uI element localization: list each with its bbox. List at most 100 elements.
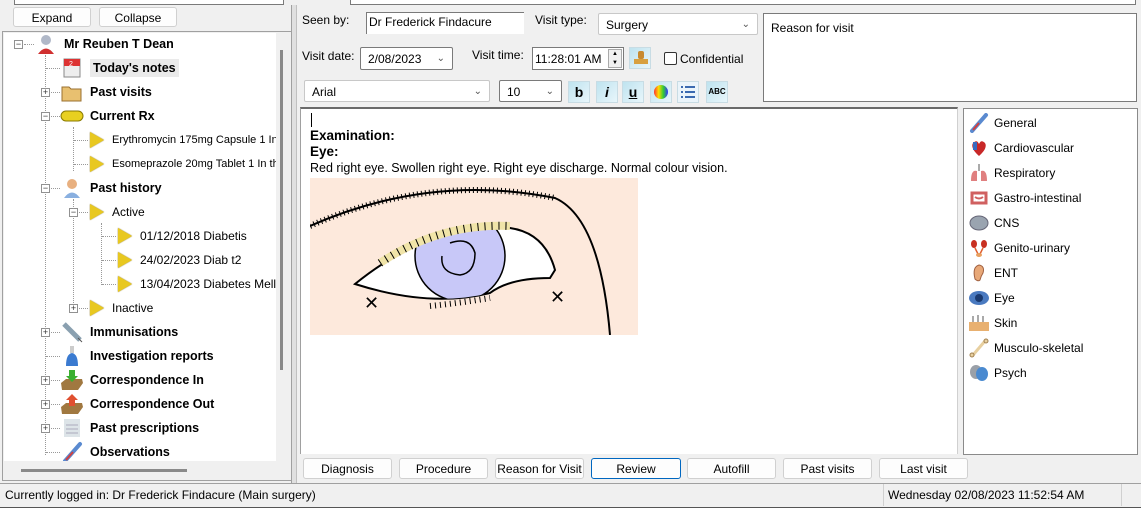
status-logged-in: Currently logged in: Dr Frederick Findac… xyxy=(5,488,316,502)
tree-item-correspondence-out[interactable]: Correspondence Out xyxy=(60,393,214,415)
visit-type-label: Visit type: xyxy=(535,13,587,27)
expand-toggle[interactable]: + xyxy=(41,424,50,433)
last-visit-button[interactable]: Last visit xyxy=(879,458,968,479)
folder-icon xyxy=(60,81,84,103)
autofill-button[interactable]: Autofill xyxy=(687,458,776,479)
triangle-icon xyxy=(90,300,104,316)
stamp-button[interactable] xyxy=(629,47,651,69)
system-label: General xyxy=(994,116,1037,130)
tree-item-rx[interactable]: Esomeprazole 20mg Tablet 1 In th xyxy=(90,153,276,175)
bone-icon xyxy=(968,337,990,359)
collapse-toggle[interactable]: − xyxy=(41,184,50,193)
system-item-cardiovascular[interactable]: Cardiovascular xyxy=(968,136,1074,160)
system-item-psych[interactable]: Psych xyxy=(968,361,1027,385)
eye-diagram: ✕ ✕ xyxy=(310,178,638,335)
font-select[interactable]: Arial ⌄ xyxy=(304,80,490,102)
system-item-musculo-skeletal[interactable]: Musculo-skeletal xyxy=(968,336,1083,360)
chevron-down-icon: ⌄ xyxy=(545,86,554,97)
seen-by-field[interactable]: Dr Frederick Findacure xyxy=(366,12,524,34)
notes-body-text: Red right eye. Swollen right eye. Right … xyxy=(310,161,728,175)
tree-vertical-scrollbar[interactable] xyxy=(280,50,283,370)
expand-button[interactable]: Expand xyxy=(13,7,91,27)
system-item-skin[interactable]: Skin xyxy=(968,311,1017,335)
triangle-icon xyxy=(118,252,132,268)
lungs-icon xyxy=(968,162,990,184)
reason-for-visit-button[interactable]: Reason for Visit xyxy=(495,458,584,479)
system-label: ENT xyxy=(994,266,1018,280)
tree-item-immunisations[interactable]: Immunisations xyxy=(60,321,178,343)
triangle-icon xyxy=(118,228,132,244)
procedure-button[interactable]: Procedure xyxy=(399,458,488,479)
tree-item-past-history[interactable]: Past history xyxy=(60,177,162,199)
tree-item-patient[interactable]: Mr Reuben T Dean xyxy=(34,33,174,55)
visit-time-label: Visit time: xyxy=(472,48,524,62)
bold-button[interactable]: b xyxy=(568,81,590,103)
visit-date-picker[interactable]: 2/08/2023 ⌄ xyxy=(360,47,453,70)
collapse-button[interactable]: Collapse xyxy=(99,7,177,27)
list-button[interactable] xyxy=(677,81,699,103)
system-item-ent[interactable]: ENT xyxy=(968,261,1018,285)
system-item-cns[interactable]: CNS xyxy=(968,211,1019,235)
system-item-genito-urinary[interactable]: Genito-urinary xyxy=(968,236,1070,260)
color-button[interactable] xyxy=(650,81,672,103)
font-size-select[interactable]: 10 ⌄ xyxy=(499,80,562,102)
tree-item-history[interactable]: 01/12/2018 Diabetis xyxy=(118,225,247,247)
spellcheck-button[interactable]: ABC xyxy=(706,81,728,103)
tree-item-observations[interactable]: Observations xyxy=(60,441,170,461)
status-datetime: Wednesday 02/08/2023 11:52:54 AM xyxy=(888,488,1085,502)
system-item-respiratory[interactable]: Respiratory xyxy=(968,161,1055,185)
tree-item-todays-notes[interactable]: 2 Today's notes xyxy=(60,57,179,79)
confidential-checkbox[interactable] xyxy=(664,52,677,65)
calendar-icon: 2 xyxy=(60,57,84,79)
expand-toggle[interactable]: + xyxy=(41,400,50,409)
kidney-icon xyxy=(968,237,990,259)
system-label: Musculo-skeletal xyxy=(994,341,1084,355)
review-button[interactable]: Review xyxy=(591,458,681,479)
tree-item-rx[interactable]: Erythromycin 175mg Capsule 1 In xyxy=(90,129,276,151)
seen-by-label: Seen by: xyxy=(302,13,350,27)
tree-item-investigation-reports[interactable]: Investigation reports xyxy=(60,345,214,367)
notes-editor[interactable]: Examination: Eye: Red right eye. Swollen… xyxy=(300,107,958,454)
expand-toggle[interactable]: + xyxy=(41,328,50,337)
system-label: Skin xyxy=(994,316,1018,330)
system-item-general[interactable]: General xyxy=(968,111,1037,135)
system-item-eye[interactable]: Eye xyxy=(968,286,1015,310)
underline-button[interactable]: u xyxy=(622,81,644,103)
reason-for-visit-box[interactable]: Reason for visit xyxy=(763,13,1137,102)
tree-item-past-visits[interactable]: Past visits xyxy=(60,81,152,103)
visit-time-field[interactable]: 11:28:01 AM ▲ ▼ xyxy=(532,47,624,70)
system-label: Respiratory xyxy=(994,166,1056,180)
tree-item-history[interactable]: 24/02/2023 Diab t2 xyxy=(118,249,241,271)
diagnosis-button[interactable]: Diagnosis xyxy=(303,458,392,479)
expand-toggle[interactable]: + xyxy=(41,376,50,385)
collapse-toggle[interactable]: − xyxy=(69,208,78,217)
splitter[interactable] xyxy=(291,5,297,483)
collapse-toggle[interactable]: − xyxy=(41,112,50,121)
thermometer-icon xyxy=(60,441,84,461)
expand-toggle[interactable]: + xyxy=(41,88,50,97)
italic-button[interactable]: i xyxy=(596,81,618,103)
doctor-icon xyxy=(60,177,84,199)
tree-horizontal-scrollbar[interactable] xyxy=(21,469,187,472)
tree-item-correspondence-in[interactable]: Correspondence In xyxy=(60,369,204,391)
brain-icon xyxy=(968,212,990,234)
tree-item-active[interactable]: Active xyxy=(90,201,145,223)
patient-icon xyxy=(34,33,58,55)
prescription-icon xyxy=(60,417,84,439)
past-visits-button[interactable]: Past visits xyxy=(783,458,872,479)
tree-item-inactive[interactable]: Inactive xyxy=(90,297,153,319)
system-item-gastro-intestinal[interactable]: Gastro-intestinal xyxy=(968,186,1081,210)
system-label: Genito-urinary xyxy=(994,241,1071,255)
visit-type-select[interactable]: Surgery ⌄ xyxy=(598,13,758,35)
tree-item-past-prescriptions[interactable]: Past prescriptions xyxy=(60,417,199,439)
patient-tree[interactable]: − Mr Reuben T Dean 2 Today's notes + Pas… xyxy=(4,33,276,461)
underline-icon: u xyxy=(628,84,638,100)
tree-item-history[interactable]: 13/04/2023 Diabetes Mell. xyxy=(118,273,276,295)
collapse-toggle[interactable]: − xyxy=(14,40,23,49)
expand-toggle[interactable]: + xyxy=(69,304,78,313)
syringe-icon xyxy=(60,321,84,343)
text-cursor xyxy=(311,113,312,127)
tree-item-current-rx[interactable]: Current Rx xyxy=(60,105,155,127)
time-spinner[interactable]: ▲ ▼ xyxy=(608,49,622,68)
mark-x: ✕ xyxy=(550,287,565,308)
